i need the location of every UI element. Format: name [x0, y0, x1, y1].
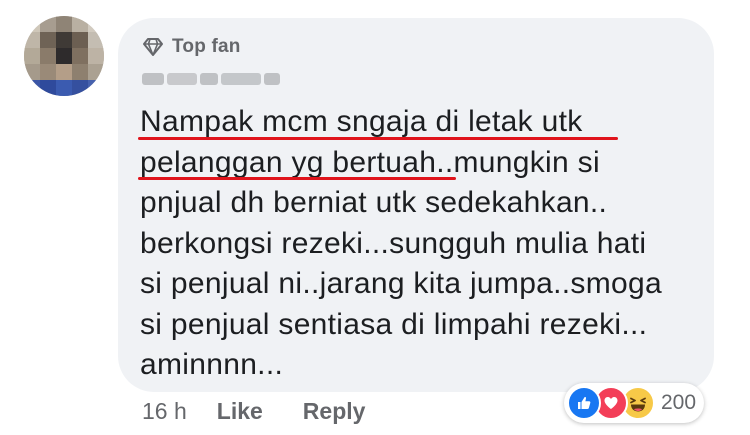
like-icon: [567, 386, 601, 420]
comment-stage: Top fan Nampak mcm sngaja di letak utk p…: [0, 0, 750, 435]
comment-line: berkongsi rezeki...sungguh mulia hati: [140, 226, 647, 260]
comment-line: aminnnn...: [140, 348, 284, 381]
commenter-name-blurred[interactable]: [142, 70, 280, 88]
comment-text: Nampak mcm sngaja di letak utk pelanggan…: [140, 102, 710, 386]
reaction-summary[interactable]: 200: [564, 383, 705, 423]
diamond-icon: [142, 37, 164, 57]
top-fan-label: Top fan: [172, 36, 241, 57]
like-button[interactable]: Like: [217, 398, 263, 425]
comment-line: pnjual dh berniat utk sedekahkan..: [140, 186, 608, 219]
comment-actions: 16 h Like Reply: [142, 398, 405, 425]
reaction-count: 200: [661, 391, 697, 414]
reply-button[interactable]: Reply: [303, 398, 366, 425]
comment-line: si penjual sentiasa di limpahi rezeki...: [140, 307, 648, 341]
comment-timestamp[interactable]: 16 h: [142, 398, 187, 425]
comment-line: si penjual ni..jarang kita jumpa..smoga: [140, 267, 662, 300]
avatar[interactable]: [24, 16, 104, 96]
red-highlight-underline: [138, 137, 618, 140]
red-highlight-underline: [138, 177, 456, 180]
top-fan-badge: Top fan: [142, 34, 241, 60]
